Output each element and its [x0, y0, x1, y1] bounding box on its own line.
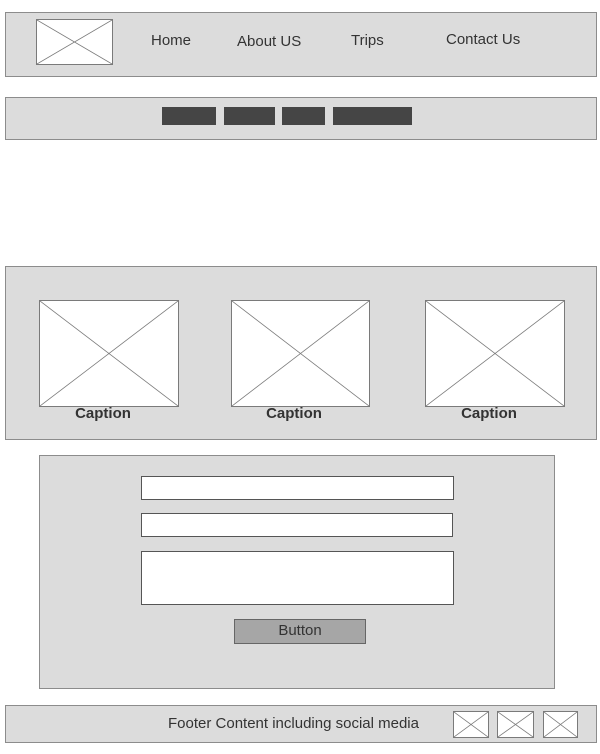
form-submit-button[interactable]: Button: [234, 619, 366, 644]
tab-4[interactable]: [333, 107, 412, 125]
gallery-caption-1: Caption: [75, 405, 131, 422]
logo-image-placeholder[interactable]: [36, 19, 113, 65]
gallery-caption-3: Caption: [461, 405, 517, 422]
tab-1[interactable]: [162, 107, 216, 125]
tab-2[interactable]: [224, 107, 275, 125]
social-icon-2[interactable]: [497, 711, 534, 738]
form-text-field-2[interactable]: [141, 513, 453, 537]
nav-link-contact-us[interactable]: Contact Us: [446, 31, 520, 48]
nav-link-home[interactable]: Home: [151, 32, 191, 49]
gallery-image-1[interactable]: [39, 300, 179, 407]
social-icon-3[interactable]: [543, 711, 578, 738]
form-text-field-1[interactable]: [141, 476, 454, 500]
gallery-caption-2: Caption: [266, 405, 322, 422]
nav-link-trips[interactable]: Trips: [351, 32, 384, 49]
nav-link-about-us[interactable]: About US: [237, 33, 301, 50]
tab-3[interactable]: [282, 107, 325, 125]
form-textarea[interactable]: [141, 551, 454, 605]
gallery-image-2[interactable]: [231, 300, 370, 407]
footer-text: Footer Content including social media: [168, 715, 419, 732]
social-icon-1[interactable]: [453, 711, 489, 738]
gallery-image-3[interactable]: [425, 300, 565, 407]
